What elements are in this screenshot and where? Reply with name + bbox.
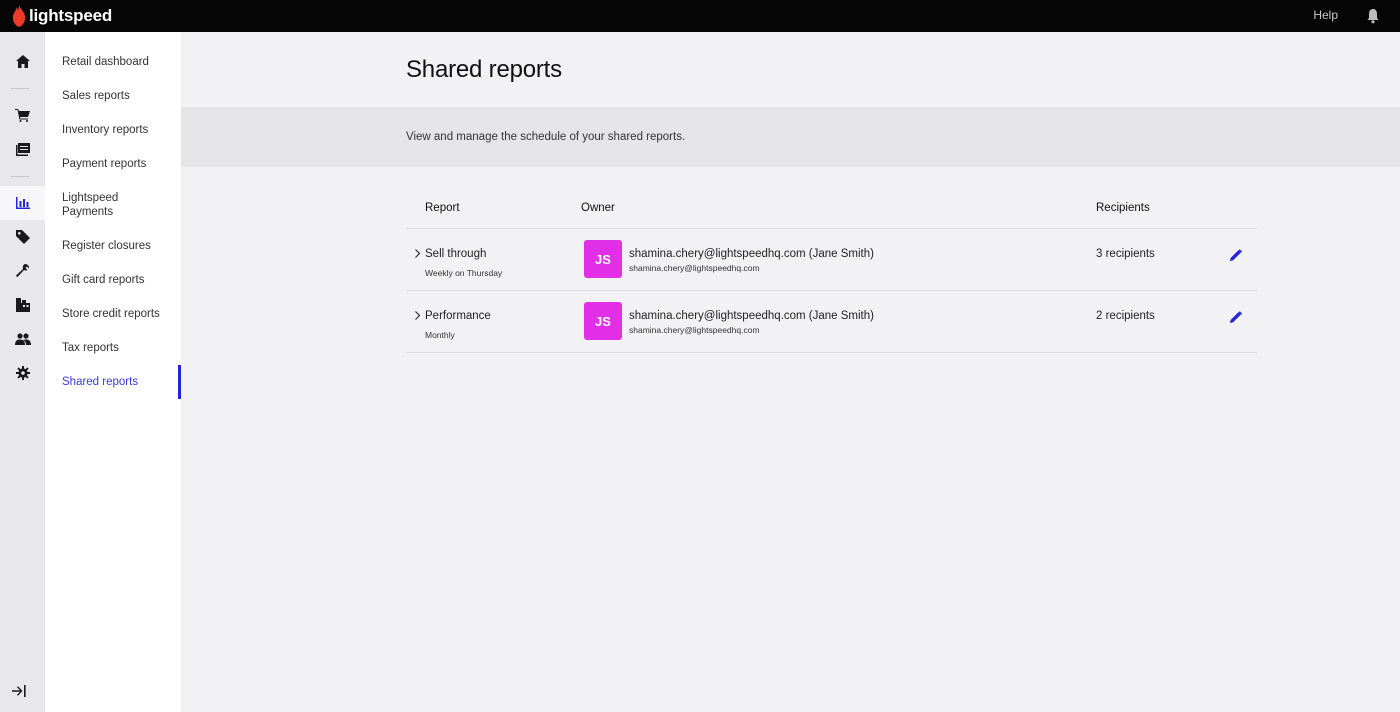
- inventory-icon: [15, 298, 30, 312]
- report-name: Sell through: [425, 248, 487, 260]
- rail-tags[interactable]: [0, 220, 45, 254]
- subnav-item-inventory-reports[interactable]: Inventory reports: [45, 123, 181, 137]
- wrench-icon: [15, 264, 29, 277]
- page-title: Shared reports: [406, 56, 562, 83]
- subnav-item-tax-reports[interactable]: Tax reports: [45, 341, 181, 355]
- subnav-item-payment-reports[interactable]: Payment reports: [45, 157, 181, 171]
- chevron-right-icon[interactable]: [414, 249, 421, 258]
- catalog-icon: [15, 142, 30, 156]
- subnav-item-retail-dashboard[interactable]: Retail dashboard: [45, 55, 181, 69]
- rail-inventory[interactable]: [0, 288, 45, 322]
- owner-email: shamina.chery@lightspeedhq.com: [629, 325, 760, 335]
- rail-divider: [11, 176, 29, 177]
- reports-subnav: Retail dashboard Sales reports Inventory…: [45, 32, 181, 712]
- tag-icon: [15, 230, 30, 244]
- subnav-item-sales-reports[interactable]: Sales reports: [45, 89, 181, 103]
- collapse-icon[interactable]: [12, 685, 26, 697]
- subnav-item-shared-reports[interactable]: Shared reports: [45, 365, 181, 399]
- chevron-right-icon[interactable]: [414, 311, 421, 320]
- owner-name: shamina.chery@lightspeedhq.com (Jane Smi…: [629, 248, 874, 260]
- icon-rail: [0, 32, 45, 712]
- report-name: Performance: [425, 310, 491, 322]
- home-icon: [15, 54, 30, 68]
- reports-icon: [15, 197, 30, 209]
- help-link[interactable]: Help: [1313, 8, 1338, 22]
- bell-icon[interactable]: [1366, 8, 1380, 24]
- owner-name: shamina.chery@lightspeedhq.com (Jane Smi…: [629, 310, 874, 322]
- report-schedule: Monthly: [425, 330, 455, 340]
- rail-divider: [11, 88, 29, 89]
- brand-name: lightspeed: [29, 6, 113, 25]
- avatar: JS: [584, 302, 622, 340]
- description-band: View and manage the schedule of your sha…: [181, 107, 1400, 167]
- rail-home[interactable]: [0, 44, 45, 78]
- logo[interactable]: lightspeed: [12, 0, 112, 32]
- customers-icon: [14, 333, 31, 345]
- subnav-item-gift-card-reports[interactable]: Gift card reports: [45, 273, 181, 287]
- rail-settings[interactable]: [0, 356, 45, 390]
- page-description: View and manage the schedule of your sha…: [406, 131, 686, 143]
- avatar: JS: [584, 240, 622, 278]
- column-header-recipients: Recipients: [1096, 202, 1150, 214]
- subnav-item-store-credit-reports[interactable]: Store credit reports: [45, 307, 181, 321]
- rail-customers[interactable]: [0, 322, 45, 356]
- recipients-count: 2 recipients: [1096, 310, 1155, 322]
- rail-catalog[interactable]: [0, 132, 45, 166]
- subnav-item-lightspeed-payments[interactable]: Lightspeed Payments: [45, 191, 181, 219]
- flame-icon: [12, 5, 26, 27]
- column-header-owner: Owner: [581, 202, 615, 214]
- main-content: Shared reports View and manage the sched…: [181, 32, 1400, 712]
- top-bar: lightspeed Help: [0, 0, 1400, 32]
- cart-icon: [15, 108, 30, 122]
- rail-reports[interactable]: [0, 186, 45, 220]
- recipients-count: 3 recipients: [1096, 248, 1155, 260]
- table-row[interactable]: Sell through Weekly on Thursday JS shami…: [406, 229, 1257, 291]
- table-row[interactable]: Performance Monthly JS shamina.chery@lig…: [406, 291, 1257, 353]
- pencil-icon[interactable]: [1230, 311, 1242, 323]
- gear-icon: [15, 366, 30, 380]
- report-schedule: Weekly on Thursday: [425, 268, 503, 278]
- pencil-icon[interactable]: [1230, 249, 1242, 261]
- rail-tools[interactable]: [0, 254, 45, 288]
- rail-sales[interactable]: [0, 98, 45, 132]
- owner-email: shamina.chery@lightspeedhq.com: [629, 263, 760, 273]
- column-header-report: Report: [425, 202, 460, 214]
- subnav-item-register-closures[interactable]: Register closures: [45, 239, 181, 253]
